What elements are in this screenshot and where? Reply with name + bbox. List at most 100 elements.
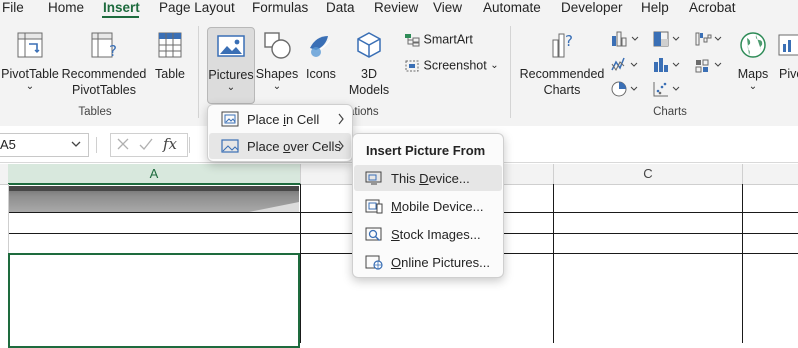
waterfall-chart-button[interactable]	[694, 30, 724, 48]
ribbon: PivotTable ⌄ ? Recommended PivotTables T…	[0, 18, 798, 127]
recommended-pivottables-button[interactable]: ? Recommended PivotTables	[60, 30, 148, 98]
pivotchart-icon	[776, 30, 798, 60]
line-chart-icon	[611, 57, 638, 71]
group-label-illustrations: ations	[348, 106, 379, 118]
select-all-corner[interactable]	[0, 164, 8, 185]
chevron-down-icon	[70, 136, 82, 155]
mobile-device-label: Mobile Device...	[391, 199, 484, 214]
smartart-button[interactable]: SmartArt	[404, 32, 473, 50]
line-chart-button[interactable]	[610, 56, 640, 74]
tab-file[interactable]: File	[2, 0, 24, 18]
screenshot-button[interactable]: Screenshot ⌄	[404, 58, 499, 76]
3d-models-button[interactable]: 3D Models ⌄	[344, 30, 394, 116]
icons-label: Icons	[306, 67, 336, 81]
tab-home[interactable]: Home	[48, 0, 84, 18]
label-accesskey: S	[391, 227, 400, 242]
group-separator	[510, 26, 511, 118]
picture-highlight	[249, 202, 299, 212]
online-pictures-icon	[365, 254, 383, 273]
smartart-icon	[404, 33, 420, 47]
pictures-button[interactable]: Pictures ⌄	[207, 27, 255, 104]
name-box-value: A5	[0, 137, 16, 152]
pie-chart-button[interactable]	[610, 80, 640, 98]
mobile-device-item[interactable]: Mobile Device...	[354, 193, 502, 219]
tab-view[interactable]: View	[433, 0, 462, 18]
place-over-cells-item[interactable]: Place over Cells	[209, 133, 351, 159]
label-part: Place	[247, 139, 284, 154]
label-part: obile Device...	[401, 199, 484, 214]
shapes-icon	[262, 30, 292, 60]
hierarchy-chart-icon	[653, 31, 680, 47]
tab-acrobat[interactable]: Acrobat	[689, 0, 736, 18]
table-label: Table	[155, 67, 185, 81]
formula-divider	[189, 137, 190, 153]
pivottable-button[interactable]: PivotTable ⌄	[0, 30, 60, 92]
place-in-cell-label: Place in Cell	[247, 112, 319, 127]
pivotchart-button[interactable]: Pivo	[776, 30, 798, 82]
chevron-down-icon: ⌄	[272, 81, 282, 92]
tab-formulas[interactable]: Formulas	[252, 0, 308, 18]
tab-review[interactable]: Review	[374, 0, 418, 18]
recommended-pivottables-label-2: PivotTables	[72, 83, 136, 97]
pie-chart-icon	[611, 81, 638, 97]
picture-shadow	[9, 186, 299, 191]
mobile-device-icon	[365, 198, 383, 217]
this-device-item[interactable]: This Device...	[354, 165, 502, 191]
statistic-chart-icon	[654, 58, 680, 72]
shapes-button[interactable]: Shapes ⌄	[254, 30, 300, 92]
chevron-down-icon: ⌄	[490, 60, 499, 72]
column-chart-button[interactable]	[610, 30, 640, 48]
3d-models-label-1: 3D	[361, 67, 377, 81]
globe-icon	[738, 30, 768, 60]
online-pictures-item[interactable]: Online Pictures...	[354, 249, 502, 275]
column-header-c[interactable]: C	[554, 164, 743, 185]
recommended-charts-label-2: Charts	[543, 83, 581, 97]
active-cell[interactable]	[8, 253, 300, 348]
online-pictures-label: Online Pictures...	[391, 255, 490, 270]
tab-page-layout[interactable]: Page Layout	[159, 0, 235, 18]
cancel-icon[interactable]	[115, 136, 131, 155]
label-part: This	[391, 171, 420, 186]
chevron-down-icon: ⌄	[748, 81, 758, 92]
this-device-label: This Device...	[391, 171, 470, 186]
label-part: n Cell	[286, 112, 320, 127]
screenshot-label: Screenshot	[423, 58, 487, 73]
name-box[interactable]: A5	[0, 133, 89, 157]
smartart-label: SmartArt	[423, 32, 473, 47]
maps-button[interactable]: Maps ⌄	[732, 30, 774, 92]
column-header-d[interactable]	[743, 164, 798, 185]
label-part: nline Pictures...	[401, 255, 490, 270]
place-in-cell-item[interactable]: Place in Cell	[209, 106, 351, 132]
label-part: evice...	[428, 171, 470, 186]
enter-check-icon[interactable]	[138, 136, 154, 155]
recommended-charts-button[interactable]: ? Recommended Charts	[518, 30, 606, 98]
recommended-charts-label-1: Recommended	[519, 67, 605, 81]
pivotchart-label: Pivo	[779, 67, 798, 81]
hierarchy-chart-button[interactable]	[652, 30, 682, 48]
recommended-charts-icon: ?	[547, 30, 577, 60]
tab-developer[interactable]: Developer	[561, 0, 623, 18]
stock-images-label: Stock Images...	[391, 227, 481, 242]
screenshot-icon	[404, 59, 420, 73]
place-in-cell-icon	[221, 111, 239, 130]
stock-images-item[interactable]: Stock Images...	[354, 221, 502, 247]
menu-bar: File Home Insert Page Layout Formulas Da…	[0, 0, 798, 18]
column-header-a[interactable]: A	[8, 164, 301, 185]
maps-label: Maps	[737, 67, 769, 81]
inserted-picture[interactable]	[9, 186, 299, 212]
chevron-right-icon	[337, 139, 345, 156]
tab-automate[interactable]: Automate	[483, 0, 541, 18]
scatter-chart-icon	[653, 82, 680, 97]
group-label-tables: Tables	[78, 106, 112, 118]
svg-text:?: ?	[109, 42, 117, 60]
combo-chart-button[interactable]	[694, 56, 724, 74]
tab-help[interactable]: Help	[641, 0, 669, 18]
column-border	[553, 184, 554, 343]
insert-function-icon[interactable]: fx	[163, 135, 177, 153]
tab-data[interactable]: Data	[326, 0, 355, 18]
chevron-down-icon: ⌄	[226, 82, 236, 93]
statistic-chart-button[interactable]	[652, 56, 682, 74]
table-button[interactable]: Table	[150, 30, 190, 82]
scatter-chart-button[interactable]	[652, 80, 682, 98]
icons-button[interactable]: Icons	[302, 30, 340, 82]
